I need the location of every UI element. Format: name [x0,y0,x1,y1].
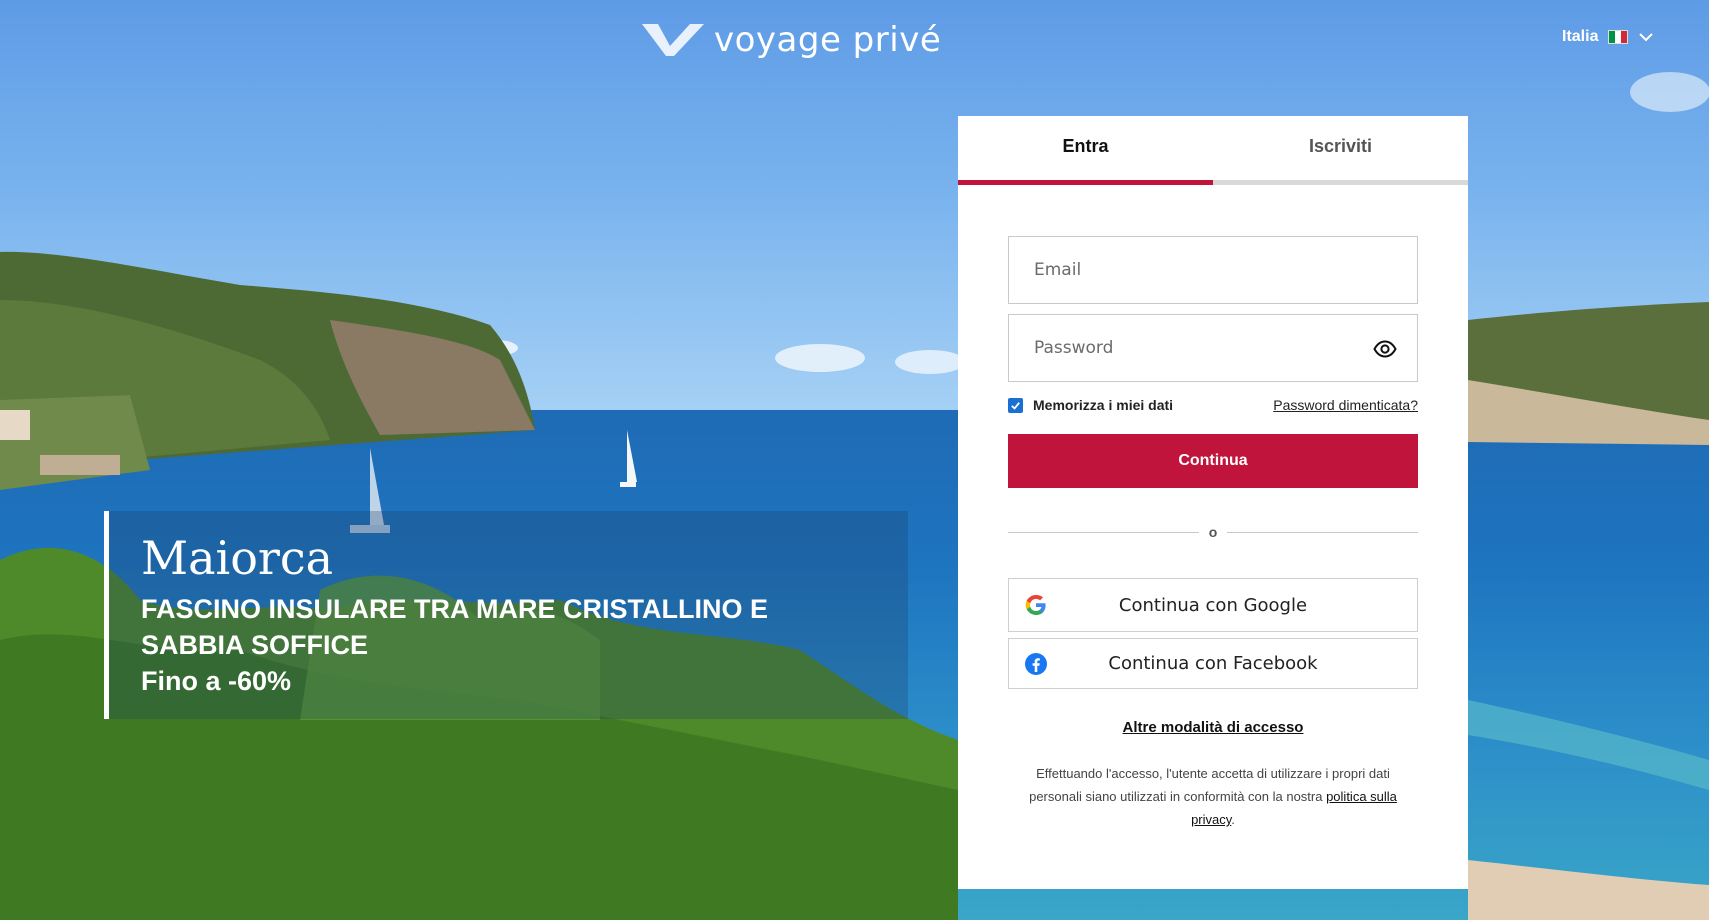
divider-line-left [1008,531,1199,533]
promo-title: Maiorca [141,531,334,585]
login-options-row: Memorizza i miei dati Password dimentica… [1008,395,1418,415]
password-field-container [1008,314,1418,382]
country-selector[interactable]: Italia [1562,28,1654,46]
show-password-eye-icon[interactable] [1373,337,1397,361]
promo-subtitle: FASCINO INSULARE TRA MARE CRISTALLINO E … [141,594,768,660]
login-card: Entra Iscriviti Memorizza i miei dati [958,116,1468,889]
promo-discount: Fino a -60% [141,666,292,696]
privacy-notice: Effettuando l'accesso, l'utente accetta … [1008,762,1418,831]
password-input[interactable] [1034,338,1392,358]
promo-banner: Maiorca FASCINO INSULARE TRA MARE CRISTA… [104,511,908,719]
logo-v-icon [642,24,704,56]
remember-me-label: Memorizza i miei dati [1033,397,1174,413]
continue-with-google-button[interactable]: Continua con Google [1008,578,1418,632]
facebook-icon [1025,652,1047,675]
voyage-prive-logo[interactable]: voyage privé [640,20,941,60]
continue-with-facebook-button[interactable]: Continua con Facebook [1008,638,1418,689]
checkmark-icon [1011,401,1020,410]
google-icon [1025,595,1046,615]
email-field-container [1008,236,1418,304]
privacy-notice-end: . [1231,812,1235,827]
chevron-down-icon [1639,33,1654,42]
email-input[interactable] [1034,260,1392,280]
other-access-methods-link[interactable]: Altre modalità di accesso [1008,719,1418,736]
tab-signup[interactable]: Iscriviti [1213,116,1468,185]
login-form: Memorizza i miei dati Password dimentica… [958,236,1468,831]
facebook-button-label: Continua con Facebook [1108,653,1318,674]
or-label: o [1208,524,1218,540]
italy-flag-icon [1608,30,1629,44]
continue-button[interactable]: Continua [1008,434,1418,488]
auth-tabs: Entra Iscriviti [958,116,1468,185]
country-label: Italia [1562,28,1599,45]
divider-line-right [1227,531,1418,533]
tab-login[interactable]: Entra [958,116,1213,185]
remember-me-checkbox[interactable] [1008,397,1023,413]
remember-me[interactable]: Memorizza i miei dati [1008,397,1173,413]
forgot-password-link[interactable]: Password dimenticata? [1273,397,1418,413]
google-button-label: Continua con Google [1118,594,1308,616]
logo-text: voyage privé [714,20,942,60]
or-divider: o [1008,524,1418,540]
